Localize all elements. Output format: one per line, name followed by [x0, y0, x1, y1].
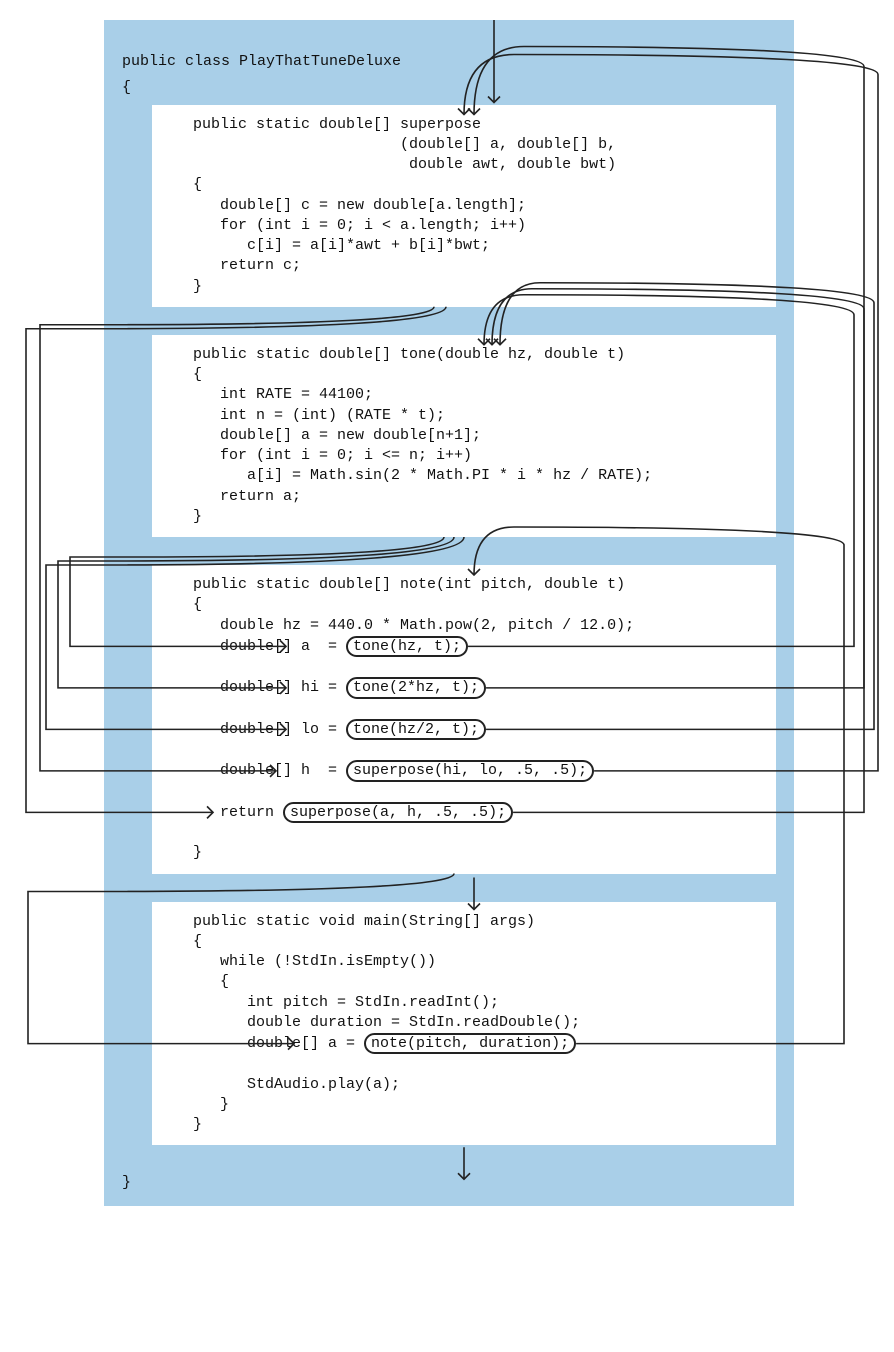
diagram-root: public class PlayThatTuneDeluxe { public… — [10, 20, 884, 1206]
code-line: } — [166, 278, 202, 295]
code-line: { — [166, 596, 202, 613]
code-line: public static double[] note(int pitch, d… — [166, 576, 625, 593]
class-open-brace: { — [104, 78, 794, 104]
method-note: public static double[] note(int pitch, d… — [152, 565, 776, 874]
method-superpose: public static double[] superpose (double… — [152, 105, 776, 307]
code-line: { — [166, 176, 202, 193]
code-line: double[] c = new double[a.length]; — [166, 197, 526, 214]
code-line: } — [166, 1096, 229, 1113]
call-tone-2hz: tone(2*hz, t); — [346, 677, 486, 698]
code-line: public static void main(String[] args) — [166, 913, 535, 930]
code-line: int pitch = StdIn.readInt(); — [166, 994, 499, 1011]
code-line: { — [166, 973, 229, 990]
code-line: double awt, double bwt) — [166, 156, 616, 173]
call-superpose-hilo: superpose(hi, lo, .5, .5); — [346, 760, 594, 781]
code-line: for (int i = 0; i < a.length; i++) — [166, 217, 526, 234]
code-line: { — [166, 366, 202, 383]
code-line: while (!StdIn.isEmpty()) — [166, 953, 436, 970]
code-line: int RATE = 44100; — [166, 386, 373, 403]
class-box: public class PlayThatTuneDeluxe { public… — [104, 20, 794, 1206]
code-line: double[] a = new double[n+1]; — [166, 427, 481, 444]
code-line: double[] hi = — [166, 679, 346, 696]
code-line: (double[] a, double[] b, — [166, 136, 616, 153]
code-line: for (int i = 0; i <= n; i++) — [166, 447, 472, 464]
code-line: } — [166, 844, 202, 861]
code-line: return c; — [166, 257, 301, 274]
call-note: note(pitch, duration); — [364, 1033, 576, 1054]
code-line: double[] a = — [166, 1035, 364, 1052]
code-line: double[] lo = — [166, 721, 346, 738]
code-line: return — [166, 804, 283, 821]
class-close-brace: } — [104, 1173, 794, 1193]
code-line: public static double[] superpose — [166, 116, 481, 133]
code-line: double[] h = — [166, 762, 346, 779]
code-line: { — [166, 933, 202, 950]
code-line: double duration = StdIn.readDouble(); — [166, 1014, 580, 1031]
code-line: double[] a = — [166, 638, 346, 655]
code-line: a[i] = Math.sin(2 * Math.PI * i * hz / R… — [166, 467, 652, 484]
code-line: StdAudio.play(a); — [166, 1076, 400, 1093]
code-line: public static double[] tone(double hz, d… — [166, 346, 625, 363]
call-tone-half-hz: tone(hz/2, t); — [346, 719, 486, 740]
method-main: public static void main(String[] args) {… — [152, 902, 776, 1146]
code-line: double hz = 440.0 * Math.pow(2, pitch / … — [166, 617, 634, 634]
call-tone-hz: tone(hz, t); — [346, 636, 468, 657]
code-line: return a; — [166, 488, 301, 505]
code-line: } — [166, 508, 202, 525]
class-declaration: public class PlayThatTuneDeluxe — [104, 40, 794, 78]
code-line: } — [166, 1116, 202, 1133]
code-line: c[i] = a[i]*awt + b[i]*bwt; — [166, 237, 490, 254]
code-line: int n = (int) (RATE * t); — [166, 407, 445, 424]
call-superpose-ah: superpose(a, h, .5, .5); — [283, 802, 513, 823]
method-tone: public static double[] tone(double hz, d… — [152, 335, 776, 537]
